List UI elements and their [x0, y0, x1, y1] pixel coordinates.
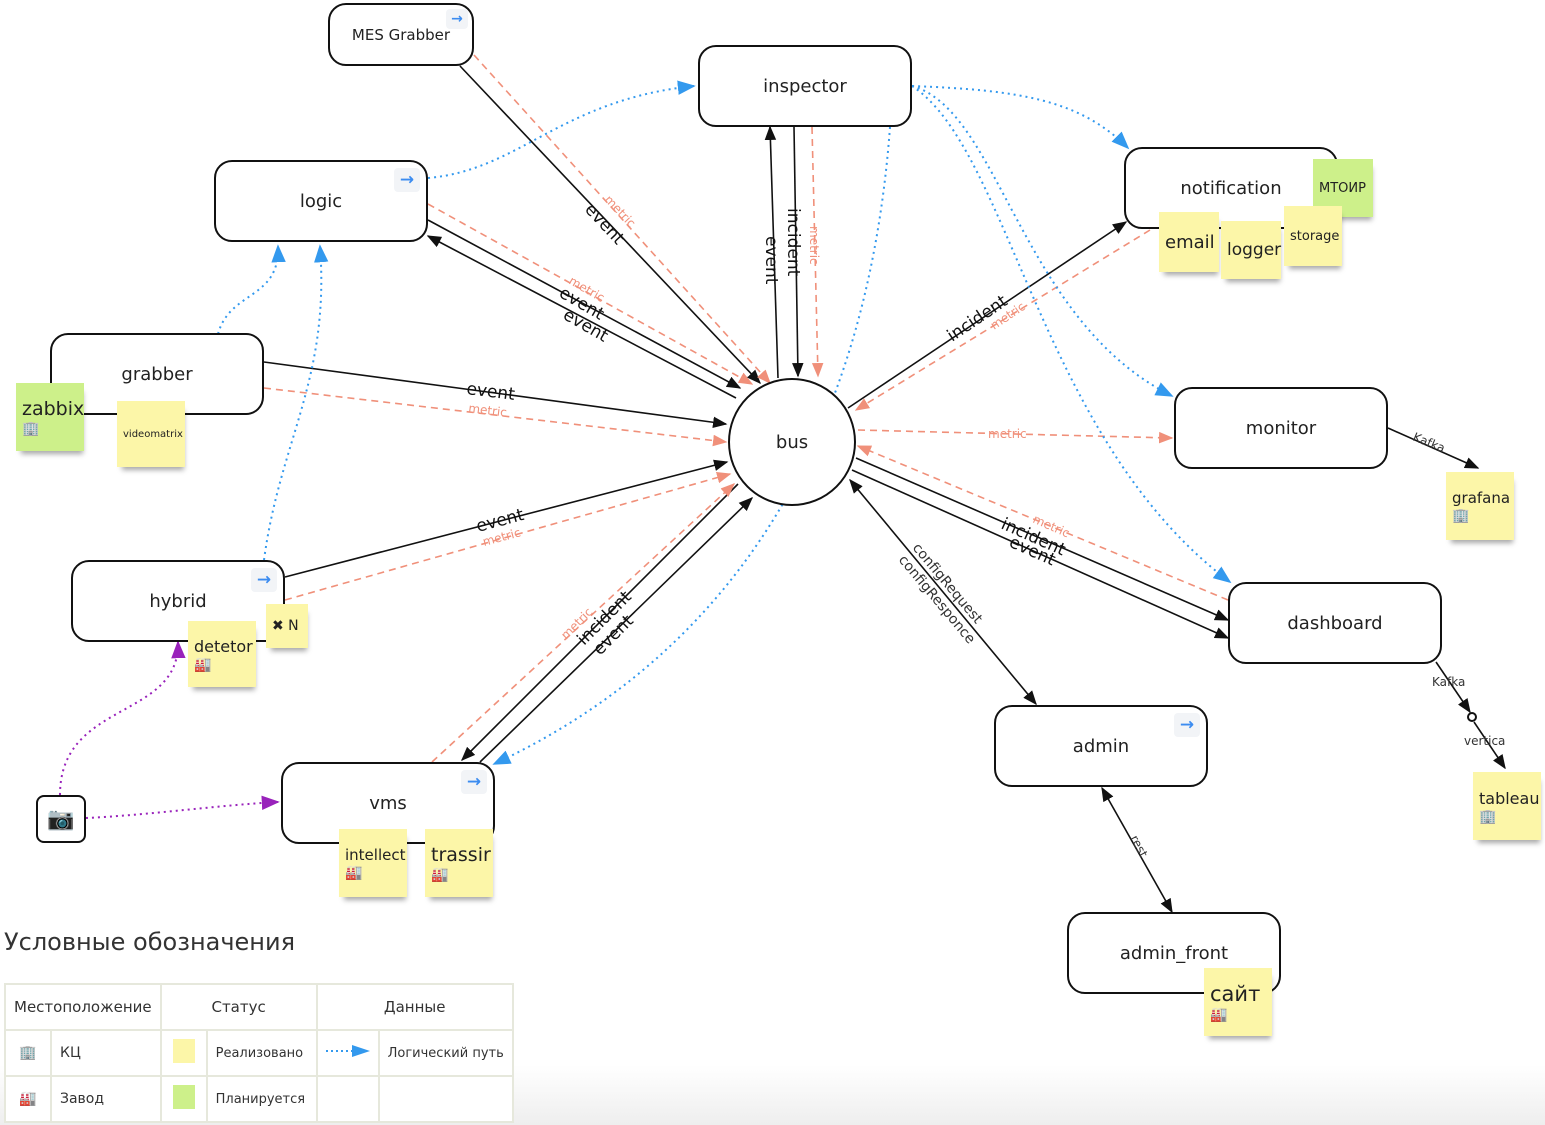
sticky-grafana[interactable]: grafana 🏢 [1446, 472, 1514, 540]
building-icon: 🏢 [1479, 808, 1497, 825]
label-vertica: vertica [1464, 734, 1505, 748]
sticky-label: detetor [194, 636, 253, 656]
node-mes-grabber[interactable]: MES Grabber → [328, 3, 474, 66]
legend-status-label: Реализовано [205, 1029, 318, 1077]
node-label: bus [775, 431, 809, 453]
legend-header-status: Статус [159, 983, 318, 1031]
vertica-junction [1467, 712, 1477, 722]
legend-data-label: Логический путь [377, 1029, 514, 1077]
logic-path-hybrid-logic [263, 244, 329, 561]
legend-swatch-planned [159, 1075, 208, 1123]
legend-location-label: Завод [50, 1075, 162, 1123]
building-icon: 🏢 [22, 421, 40, 437]
factory-icon: 🏭 [4, 1075, 52, 1123]
sticky-email[interactable]: email [1159, 212, 1219, 272]
label-inspector-event: event [761, 236, 781, 285]
label-inspector-metric: metric [807, 226, 821, 265]
link-arrow-icon[interactable]: → [394, 168, 420, 192]
sticky-label: logger [1227, 240, 1282, 260]
link-arrow-icon[interactable]: → [446, 9, 468, 29]
sticky-logger[interactable]: logger [1221, 221, 1281, 279]
legend-header-location: Местоположение [4, 983, 162, 1031]
node-label: notification [1180, 177, 1282, 199]
sticky-label: МТОИР [1319, 180, 1366, 196]
link-arrow-icon[interactable]: → [1174, 713, 1200, 737]
factory-icon: 🏭 [194, 656, 212, 673]
sticky-intellect[interactable]: intellect 🏭 [339, 829, 407, 897]
sticky-label: trassir [431, 844, 491, 866]
node-label: monitor [1245, 417, 1317, 439]
node-label: grabber [121, 363, 193, 385]
sticky-zabbix[interactable]: zabbix 🏢 [16, 383, 84, 451]
factory-icon: 🏭 [431, 867, 449, 883]
sticky-trassir[interactable]: trassir 🏭 [425, 829, 493, 897]
node-logic[interactable]: logic → [214, 160, 428, 242]
camera-path-vms [85, 795, 280, 819]
sticky-storage[interactable]: storage [1284, 206, 1342, 266]
logic-path-logic-inspector [427, 80, 696, 179]
label-rest: rest [1127, 833, 1150, 860]
legend-swatch-implemented [159, 1029, 208, 1077]
sticky-label: storage [1290, 228, 1340, 244]
legend-table: Местоположение Статус Данные 🏢 КЦ Реализ… [4, 983, 514, 1123]
node-label: logic [299, 190, 343, 212]
legend-status-label: Планируется [205, 1075, 318, 1123]
camera-source[interactable]: 📷 [36, 795, 86, 843]
node-label: hybrid [149, 590, 207, 612]
legend-row: 🏢 КЦ Реализовано Логический путь [4, 1029, 514, 1077]
node-dashboard[interactable]: dashboard [1228, 582, 1442, 664]
legend-empty-cell [315, 1075, 380, 1123]
legend-header-data: Данные [315, 983, 514, 1031]
node-inspector[interactable]: inspector [698, 45, 912, 127]
edge-bus-admin-config [849, 478, 1037, 706]
sticky-videomatrix[interactable]: videomatrix [117, 401, 185, 467]
building-icon: 🏢 [4, 1029, 52, 1077]
logic-path-inspector-notification [911, 85, 1130, 150]
label-monitor-metric: metric [988, 427, 1027, 441]
node-bus[interactable]: bus [728, 378, 856, 506]
label-grabber-metric: metric [468, 401, 508, 420]
node-label: vms [369, 792, 407, 814]
sticky-label: email [1165, 231, 1215, 253]
building-icon: 🏢 [1452, 508, 1470, 524]
logic-path-grabber-logic [217, 244, 286, 335]
legend-title: Условные обозначения [4, 928, 296, 956]
node-label: dashboard [1287, 612, 1383, 634]
sticky-detetor[interactable]: detetor 🏭 [188, 621, 256, 687]
legend-header-row: Местоположение Статус Данные [4, 983, 514, 1031]
factory-icon: 🏭 [345, 865, 363, 881]
sticky-sait[interactable]: сайт 🏭 [1204, 968, 1272, 1036]
logical-path-arrow-icon [315, 1029, 380, 1077]
legend-row: 🏭 Завод Планируется [4, 1075, 514, 1123]
node-label: admin [1072, 735, 1130, 757]
label-kafka-dashboard: Kafka [1432, 675, 1465, 689]
node-monitor[interactable]: monitor [1174, 387, 1388, 469]
camera-path-hybrid [59, 640, 186, 796]
node-label: MES Grabber [351, 25, 451, 44]
node-label: inspector [763, 75, 847, 97]
sticky-label: videomatrix [123, 428, 183, 440]
legend-location-label: КЦ [50, 1029, 162, 1077]
sticky-label: сайт [1210, 982, 1261, 1006]
legend-data-label [377, 1075, 514, 1123]
sticky-label: ✖ N [272, 618, 299, 634]
sticky-label: tableau [1479, 788, 1540, 808]
node-label: admin_front [1119, 942, 1229, 964]
link-arrow-icon[interactable]: → [251, 568, 277, 592]
sticky-tableau[interactable]: tableau 🏢 [1473, 772, 1541, 840]
camera-icon: 📷 [47, 806, 75, 832]
node-admin[interactable]: admin → [994, 705, 1208, 787]
factory-icon: 🏭 [1210, 1007, 1228, 1023]
sticky-label: zabbix [22, 398, 85, 420]
sticky-label: grafana [1452, 489, 1511, 507]
label-inspector-incident: incident [783, 208, 803, 277]
sticky-label: intellect [345, 846, 406, 864]
link-arrow-icon[interactable]: → [461, 770, 487, 794]
sticky-multiplier[interactable]: ✖ N [266, 604, 308, 648]
logic-path-inspector-monitor [911, 85, 1174, 397]
label-kafka-monitor: Kafka [1411, 430, 1447, 455]
